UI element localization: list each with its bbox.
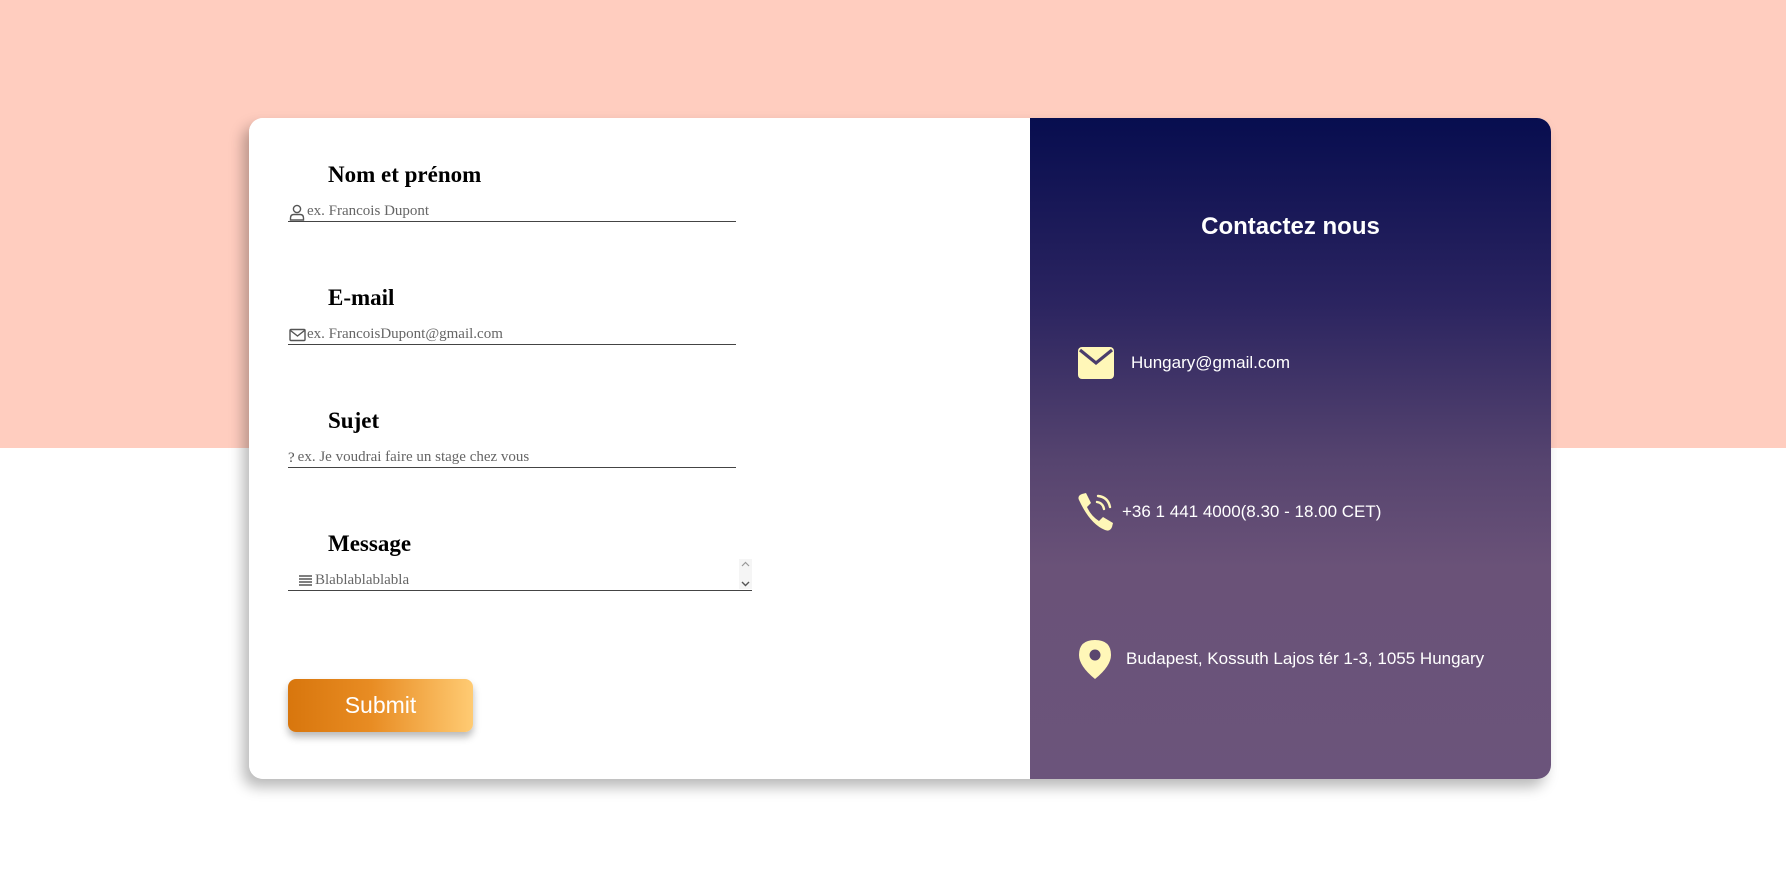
contact-phone-row: +36 1 441 4000(8.30 - 18.00 CET) [1076, 492, 1381, 532]
contact-info-panel: Contactez nous Hungary@gmail.com +36 1 4… [1030, 118, 1551, 779]
message-scroll-stepper[interactable] [739, 559, 752, 589]
contact-phone-text[interactable]: +36 1 441 4000(8.30 - 18.00 CET) [1122, 502, 1381, 522]
envelope-icon [1078, 347, 1114, 379]
chevron-up-icon[interactable] [741, 559, 750, 569]
message-field-line [288, 559, 752, 591]
contact-card: Nom et prénom E-mail Sujet ? [249, 118, 1551, 779]
contact-form: Nom et prénom E-mail Sujet ? [249, 118, 1030, 779]
chevron-down-icon[interactable] [741, 579, 750, 589]
map-pin-icon [1078, 639, 1112, 679]
contact-email-text[interactable]: Hungary@gmail.com [1131, 353, 1290, 373]
name-label: Nom et prénom [328, 162, 482, 187]
envelope-icon [288, 326, 306, 344]
submit-button[interactable]: Submit [288, 679, 473, 732]
contact-address-text[interactable]: Budapest, Kossuth Lajos tér 1-3, 1055 Hu… [1126, 649, 1484, 669]
subject-input[interactable] [297, 447, 736, 467]
email-label: E-mail [328, 285, 395, 310]
email-input[interactable] [307, 324, 736, 344]
contact-address-row: Budapest, Kossuth Lajos tér 1-3, 1055 Hu… [1078, 639, 1484, 679]
name-field-line [288, 200, 736, 222]
subject-field-line: ? [288, 446, 736, 468]
message-label: Message [328, 531, 412, 556]
user-icon [288, 203, 306, 221]
email-field-line [288, 323, 736, 345]
lines-icon [296, 571, 314, 589]
contact-title: Contactez nous [1201, 213, 1380, 240]
subject-label: Sujet [328, 408, 380, 433]
question-mark-icon: ? [288, 450, 295, 466]
contact-email-row: Hungary@gmail.com [1078, 347, 1290, 379]
message-input[interactable] [315, 570, 739, 590]
phone-icon [1076, 492, 1114, 532]
name-input[interactable] [307, 201, 736, 221]
